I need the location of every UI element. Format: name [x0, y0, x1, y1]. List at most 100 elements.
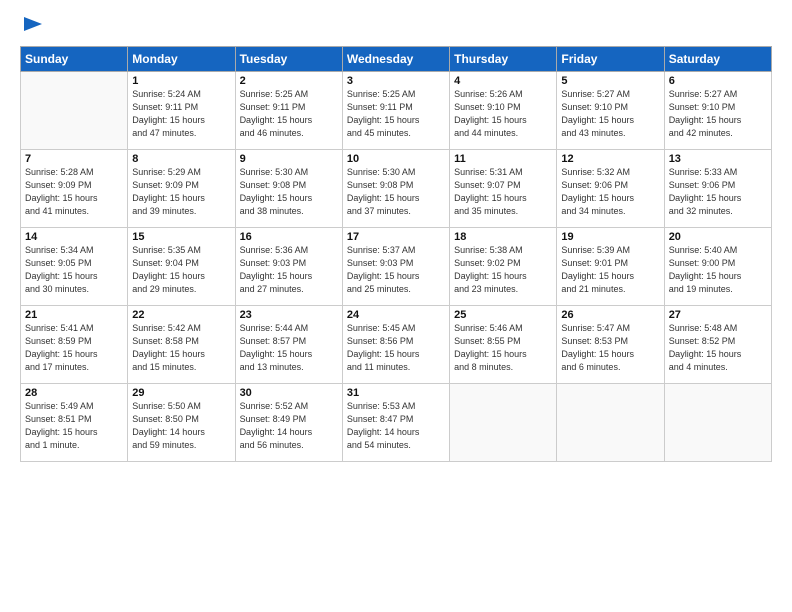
day-number: 21 — [25, 309, 123, 321]
page: SundayMondayTuesdayWednesdayThursdayFrid… — [0, 0, 792, 612]
day-info: Sunrise: 5:49 AMSunset: 8:51 PMDaylight:… — [25, 400, 123, 452]
calendar-cell: 30Sunrise: 5:52 AMSunset: 8:49 PMDayligh… — [235, 383, 342, 461]
day-number: 3 — [347, 75, 445, 87]
calendar-cell: 10Sunrise: 5:30 AMSunset: 9:08 PMDayligh… — [342, 149, 449, 227]
day-number: 4 — [454, 75, 552, 87]
day-info: Sunrise: 5:38 AMSunset: 9:02 PMDaylight:… — [454, 244, 552, 296]
calendar-week-row: 1Sunrise: 5:24 AMSunset: 9:11 PMDaylight… — [21, 71, 772, 149]
calendar-cell: 31Sunrise: 5:53 AMSunset: 8:47 PMDayligh… — [342, 383, 449, 461]
calendar-cell: 29Sunrise: 5:50 AMSunset: 8:50 PMDayligh… — [128, 383, 235, 461]
day-info: Sunrise: 5:31 AMSunset: 9:07 PMDaylight:… — [454, 166, 552, 218]
day-info: Sunrise: 5:32 AMSunset: 9:06 PMDaylight:… — [561, 166, 659, 218]
calendar-cell: 7Sunrise: 5:28 AMSunset: 9:09 PMDaylight… — [21, 149, 128, 227]
calendar-cell: 2Sunrise: 5:25 AMSunset: 9:11 PMDaylight… — [235, 71, 342, 149]
calendar-cell: 26Sunrise: 5:47 AMSunset: 8:53 PMDayligh… — [557, 305, 664, 383]
day-info: Sunrise: 5:30 AMSunset: 9:08 PMDaylight:… — [347, 166, 445, 218]
day-info: Sunrise: 5:30 AMSunset: 9:08 PMDaylight:… — [240, 166, 338, 218]
calendar-cell — [21, 71, 128, 149]
weekday-header-tuesday: Tuesday — [235, 46, 342, 71]
header — [20, 18, 772, 38]
calendar-cell: 24Sunrise: 5:45 AMSunset: 8:56 PMDayligh… — [342, 305, 449, 383]
day-number: 26 — [561, 309, 659, 321]
day-info: Sunrise: 5:45 AMSunset: 8:56 PMDaylight:… — [347, 322, 445, 374]
calendar-table: SundayMondayTuesdayWednesdayThursdayFrid… — [20, 46, 772, 462]
day-info: Sunrise: 5:27 AMSunset: 9:10 PMDaylight:… — [669, 88, 767, 140]
day-info: Sunrise: 5:48 AMSunset: 8:52 PMDaylight:… — [669, 322, 767, 374]
day-number: 2 — [240, 75, 338, 87]
day-number: 9 — [240, 153, 338, 165]
calendar-cell: 5Sunrise: 5:27 AMSunset: 9:10 PMDaylight… — [557, 71, 664, 149]
weekday-header-thursday: Thursday — [450, 46, 557, 71]
calendar-week-row: 28Sunrise: 5:49 AMSunset: 8:51 PMDayligh… — [21, 383, 772, 461]
calendar-cell: 27Sunrise: 5:48 AMSunset: 8:52 PMDayligh… — [664, 305, 771, 383]
calendar-cell: 14Sunrise: 5:34 AMSunset: 9:05 PMDayligh… — [21, 227, 128, 305]
day-number: 16 — [240, 231, 338, 243]
day-number: 17 — [347, 231, 445, 243]
day-info: Sunrise: 5:42 AMSunset: 8:58 PMDaylight:… — [132, 322, 230, 374]
calendar-cell: 19Sunrise: 5:39 AMSunset: 9:01 PMDayligh… — [557, 227, 664, 305]
calendar-cell: 28Sunrise: 5:49 AMSunset: 8:51 PMDayligh… — [21, 383, 128, 461]
day-number: 23 — [240, 309, 338, 321]
day-number: 14 — [25, 231, 123, 243]
calendar-cell: 12Sunrise: 5:32 AMSunset: 9:06 PMDayligh… — [557, 149, 664, 227]
calendar-cell: 6Sunrise: 5:27 AMSunset: 9:10 PMDaylight… — [664, 71, 771, 149]
day-info: Sunrise: 5:39 AMSunset: 9:01 PMDaylight:… — [561, 244, 659, 296]
calendar-cell: 20Sunrise: 5:40 AMSunset: 9:00 PMDayligh… — [664, 227, 771, 305]
calendar-cell — [450, 383, 557, 461]
day-info: Sunrise: 5:26 AMSunset: 9:10 PMDaylight:… — [454, 88, 552, 140]
day-info: Sunrise: 5:37 AMSunset: 9:03 PMDaylight:… — [347, 244, 445, 296]
day-number: 24 — [347, 309, 445, 321]
day-number: 20 — [669, 231, 767, 243]
day-number: 30 — [240, 387, 338, 399]
calendar-week-row: 21Sunrise: 5:41 AMSunset: 8:59 PMDayligh… — [21, 305, 772, 383]
day-number: 10 — [347, 153, 445, 165]
weekday-header-sunday: Sunday — [21, 46, 128, 71]
day-info: Sunrise: 5:25 AMSunset: 9:11 PMDaylight:… — [240, 88, 338, 140]
day-info: Sunrise: 5:34 AMSunset: 9:05 PMDaylight:… — [25, 244, 123, 296]
day-info: Sunrise: 5:29 AMSunset: 9:09 PMDaylight:… — [132, 166, 230, 218]
calendar-cell: 16Sunrise: 5:36 AMSunset: 9:03 PMDayligh… — [235, 227, 342, 305]
day-number: 1 — [132, 75, 230, 87]
day-info: Sunrise: 5:50 AMSunset: 8:50 PMDaylight:… — [132, 400, 230, 452]
day-number: 18 — [454, 231, 552, 243]
calendar-cell — [664, 383, 771, 461]
day-info: Sunrise: 5:53 AMSunset: 8:47 PMDaylight:… — [347, 400, 445, 452]
calendar-week-row: 14Sunrise: 5:34 AMSunset: 9:05 PMDayligh… — [21, 227, 772, 305]
day-info: Sunrise: 5:28 AMSunset: 9:09 PMDaylight:… — [25, 166, 123, 218]
weekday-header-saturday: Saturday — [664, 46, 771, 71]
day-info: Sunrise: 5:40 AMSunset: 9:00 PMDaylight:… — [669, 244, 767, 296]
calendar-cell: 3Sunrise: 5:25 AMSunset: 9:11 PMDaylight… — [342, 71, 449, 149]
day-info: Sunrise: 5:36 AMSunset: 9:03 PMDaylight:… — [240, 244, 338, 296]
calendar-cell: 18Sunrise: 5:38 AMSunset: 9:02 PMDayligh… — [450, 227, 557, 305]
day-number: 25 — [454, 309, 552, 321]
day-info: Sunrise: 5:52 AMSunset: 8:49 PMDaylight:… — [240, 400, 338, 452]
day-info: Sunrise: 5:35 AMSunset: 9:04 PMDaylight:… — [132, 244, 230, 296]
day-info: Sunrise: 5:24 AMSunset: 9:11 PMDaylight:… — [132, 88, 230, 140]
day-number: 6 — [669, 75, 767, 87]
calendar-cell: 13Sunrise: 5:33 AMSunset: 9:06 PMDayligh… — [664, 149, 771, 227]
day-number: 31 — [347, 387, 445, 399]
calendar-week-row: 7Sunrise: 5:28 AMSunset: 9:09 PMDaylight… — [21, 149, 772, 227]
calendar-cell — [557, 383, 664, 461]
day-info: Sunrise: 5:33 AMSunset: 9:06 PMDaylight:… — [669, 166, 767, 218]
day-info: Sunrise: 5:41 AMSunset: 8:59 PMDaylight:… — [25, 322, 123, 374]
day-number: 15 — [132, 231, 230, 243]
day-number: 7 — [25, 153, 123, 165]
calendar-cell: 9Sunrise: 5:30 AMSunset: 9:08 PMDaylight… — [235, 149, 342, 227]
day-info: Sunrise: 5:44 AMSunset: 8:57 PMDaylight:… — [240, 322, 338, 374]
calendar-cell: 15Sunrise: 5:35 AMSunset: 9:04 PMDayligh… — [128, 227, 235, 305]
day-number: 19 — [561, 231, 659, 243]
day-number: 22 — [132, 309, 230, 321]
weekday-header-friday: Friday — [557, 46, 664, 71]
day-info: Sunrise: 5:27 AMSunset: 9:10 PMDaylight:… — [561, 88, 659, 140]
day-info: Sunrise: 5:25 AMSunset: 9:11 PMDaylight:… — [347, 88, 445, 140]
calendar-cell: 22Sunrise: 5:42 AMSunset: 8:58 PMDayligh… — [128, 305, 235, 383]
logo-arrow-icon — [22, 13, 44, 35]
day-number: 29 — [132, 387, 230, 399]
day-info: Sunrise: 5:47 AMSunset: 8:53 PMDaylight:… — [561, 322, 659, 374]
calendar-cell: 23Sunrise: 5:44 AMSunset: 8:57 PMDayligh… — [235, 305, 342, 383]
calendar-cell: 1Sunrise: 5:24 AMSunset: 9:11 PMDaylight… — [128, 71, 235, 149]
calendar-cell: 4Sunrise: 5:26 AMSunset: 9:10 PMDaylight… — [450, 71, 557, 149]
calendar-cell: 8Sunrise: 5:29 AMSunset: 9:09 PMDaylight… — [128, 149, 235, 227]
calendar-cell: 11Sunrise: 5:31 AMSunset: 9:07 PMDayligh… — [450, 149, 557, 227]
